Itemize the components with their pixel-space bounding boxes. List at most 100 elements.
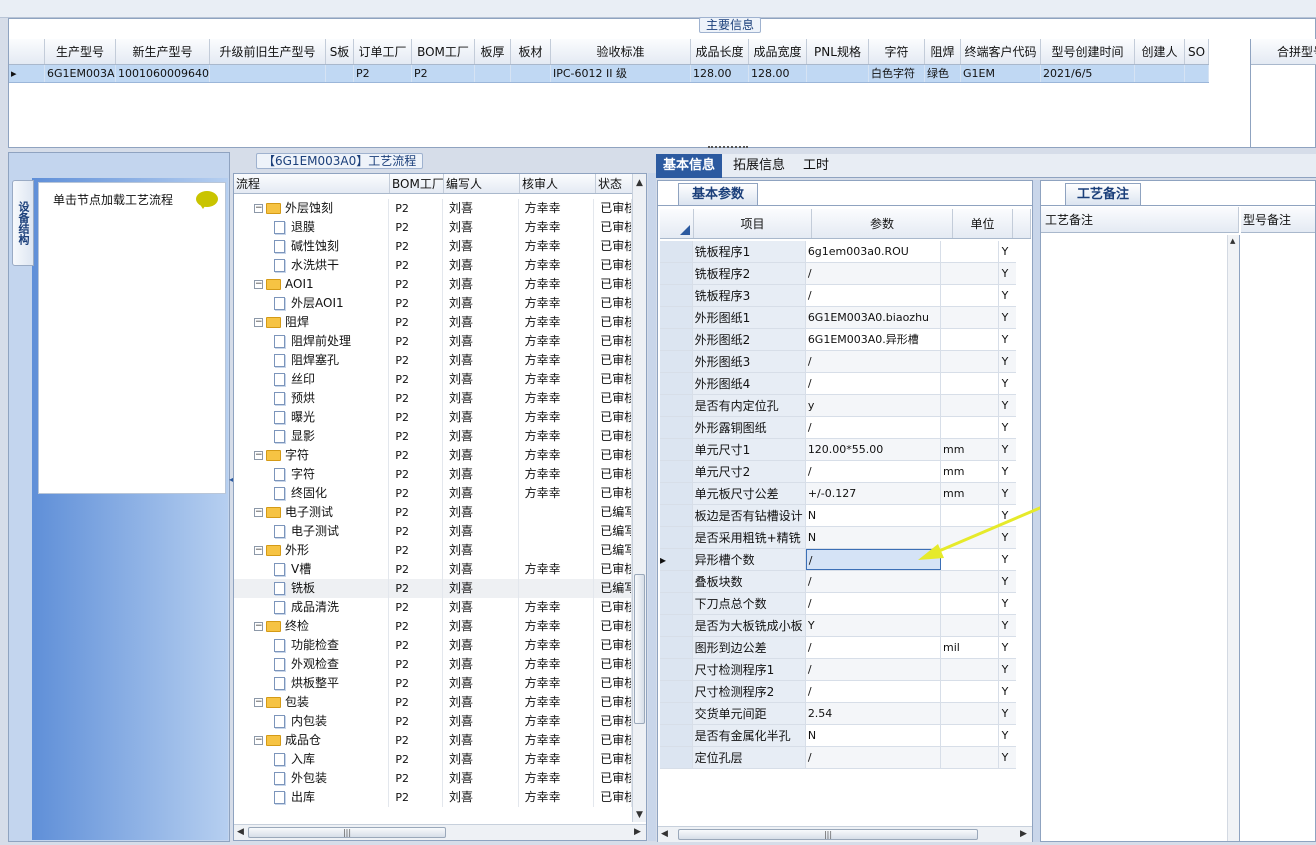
tree-row[interactable]: − 阻焊 P2刘喜方幸幸已审核 [234, 313, 632, 332]
params-row[interactable]: 铣板程序1 6g1em003a0.ROU Y [660, 241, 1016, 263]
main-row-cell[interactable] [807, 65, 869, 82]
process-notes-tab[interactable]: 工艺备注 [1065, 183, 1141, 205]
row-header[interactable] [660, 241, 693, 262]
expand-toggle-icon[interactable]: − [254, 698, 263, 707]
tree-row[interactable]: 阻焊前处理 P2刘喜方幸幸已审核 [234, 332, 632, 351]
current-row-indicator-icon[interactable]: ▸ [660, 549, 693, 570]
tree-node[interactable]: 字符 [234, 465, 390, 484]
param-value-cell[interactable]: 6G1EM003A0.异形槽 [806, 329, 942, 350]
tree-row[interactable]: 烘板整平 P2刘喜方幸幸已审核 [234, 674, 632, 693]
params-row[interactable]: 外形露铜图纸 / Y [660, 417, 1016, 439]
tree-node[interactable]: 丝印 [234, 370, 390, 389]
tree-node[interactable]: 外包装 [234, 769, 390, 788]
tree-node[interactable]: 退膜 [234, 218, 390, 237]
tree-node[interactable]: − 电子测试 [234, 503, 390, 522]
row-header[interactable] [660, 307, 693, 328]
tree-node[interactable]: 铣板 [234, 579, 390, 598]
main-row-cell[interactable]: 128.00 [749, 65, 807, 82]
row-header[interactable] [660, 417, 693, 438]
row-header[interactable] [660, 703, 693, 724]
expand-toggle-icon[interactable]: − [254, 280, 263, 289]
param-value-cell[interactable]: / [806, 637, 942, 658]
tree-row[interactable]: 电子测试 P2刘喜 已编写 [234, 522, 632, 541]
main-row-cell[interactable]: 绿色 [925, 65, 961, 82]
splitter-grip-icon[interactable] [708, 146, 748, 150]
main-row-cell[interactable] [511, 65, 551, 82]
params-row[interactable]: 铣板程序2/ Y [660, 263, 1017, 285]
vertical-splitter[interactable] [648, 173, 656, 841]
tree-row[interactable]: 阻焊塞孔 P2刘喜方幸幸已审核 [234, 351, 632, 370]
tree-node[interactable]: 出库 [234, 788, 390, 807]
param-value-cell[interactable]: 120.00*55.00 [805, 439, 942, 460]
tab-work-hours[interactable]: 工时 [796, 154, 836, 178]
param-value-cell[interactable]: 6g1em003a0.ROU [806, 241, 942, 262]
param-value-cell[interactable]: / [806, 681, 942, 702]
main-row-cell[interactable] [210, 65, 326, 82]
params-row[interactable]: 交货单元间距 2.54 Y [660, 703, 1017, 725]
main-row-cell[interactable]: 白色字符 [869, 65, 925, 82]
row-header[interactable] [660, 637, 693, 658]
params-row[interactable]: 外形图纸4/ Y [660, 373, 1016, 395]
tree-node[interactable]: 水洗烘干 [234, 256, 390, 275]
param-value-cell[interactable]: / [806, 417, 942, 438]
tree-node[interactable]: 内包装 [234, 712, 390, 731]
row-header[interactable] [660, 681, 693, 702]
tree-node[interactable]: 电子测试 [234, 522, 390, 541]
tree-row[interactable]: 入库 P2刘喜方幸幸已审核 [234, 750, 632, 769]
tree-node[interactable]: − AOI1 [234, 275, 390, 294]
param-value-cell[interactable]: / [805, 747, 942, 768]
tree-node[interactable]: 预烘 [234, 389, 390, 408]
param-value-cell[interactable]: / [806, 373, 942, 394]
param-value-cell[interactable]: N [806, 725, 942, 746]
params-row[interactable]: 单元尺寸2/mm Y [660, 461, 1016, 483]
tree-node[interactable]: 外观检查 [234, 655, 390, 674]
tab-basic-info[interactable]: 基本信息 [656, 154, 723, 178]
main-row-cell[interactable]: 2021/6/5 [1041, 65, 1135, 82]
tree-row[interactable]: 内包装 P2刘喜方幸幸已审核 [234, 712, 632, 731]
params-row[interactable]: 下刀点总个数 / Y [660, 593, 1016, 615]
params-row[interactable]: 是否为大板铣成小板 Y Y [660, 615, 1017, 637]
row-header[interactable] [660, 527, 693, 548]
row-header[interactable] [660, 725, 693, 746]
row-header[interactable] [660, 461, 693, 482]
main-row-cell[interactable]: P2 [412, 65, 475, 82]
main-row-cell[interactable]: 10010600096409 [116, 65, 210, 82]
tree-node[interactable]: − 阻焊 [234, 313, 390, 332]
params-row[interactable]: 是否有内定位孔 y Y [660, 395, 1017, 417]
row-header[interactable] [660, 285, 693, 306]
tree-row[interactable]: 曝光 P2刘喜方幸幸已审核 [234, 408, 632, 427]
tree-node[interactable]: V槽 [234, 560, 390, 579]
tree-row[interactable]: − 电子测试 P2刘喜 已编写 [234, 503, 632, 522]
params-row[interactable]: 铣板程序3/ Y [660, 285, 1016, 307]
tree-node[interactable]: 阻焊前处理 [234, 332, 390, 351]
params-row[interactable]: 定位孔层 / Y [660, 747, 1017, 769]
tab-device-structure[interactable]: 设备结构 [12, 180, 34, 266]
param-value-cell[interactable]: / [805, 263, 942, 284]
tree-row[interactable]: − 成品仓 P2刘喜方幸幸已审核 [234, 731, 632, 750]
params-row[interactable]: 外形图纸3/ Y [660, 351, 1017, 373]
params-row[interactable]: 是否有金属化半孔 N Y [660, 725, 1016, 747]
expand-toggle-icon[interactable]: − [254, 204, 263, 213]
tree-node[interactable]: 成品清洗 [234, 598, 390, 617]
row-header[interactable] [660, 439, 693, 460]
param-value-cell[interactable]: / [805, 571, 942, 592]
params-row[interactable]: 叠板块数 / Y [660, 571, 1017, 593]
params-row[interactable]: 图形到边公差 / mil Y [660, 637, 1016, 659]
param-value-cell[interactable]: / [806, 285, 942, 306]
param-value-cell[interactable]: / [806, 593, 942, 614]
row-header[interactable] [660, 395, 693, 416]
tree-row[interactable]: − 包装 P2刘喜方幸幸已审核 [234, 693, 632, 712]
row-header[interactable] [660, 571, 693, 592]
tree-node[interactable]: 入库 [234, 750, 390, 769]
main-row-cell[interactable]: P2 [354, 65, 412, 82]
main-row-cell[interactable] [1135, 65, 1185, 82]
row-header[interactable] [660, 263, 693, 284]
main-row-cell[interactable] [1185, 65, 1209, 82]
tree-row[interactable]: − 终检 P2刘喜方幸幸已审核 [234, 617, 632, 636]
tree-node[interactable]: 碱性蚀刻 [234, 237, 390, 256]
main-row-cell[interactable]: 128.00 [691, 65, 749, 82]
tree-row[interactable]: − 外形 P2刘喜 已编写 [234, 541, 632, 560]
tree-row[interactable]: 字符 P2刘喜方幸幸已审核 [234, 465, 632, 484]
tree-row[interactable]: 碱性蚀刻 P2刘喜方幸幸已审核 [234, 237, 632, 256]
tree-node[interactable]: − 外形 [234, 541, 390, 560]
